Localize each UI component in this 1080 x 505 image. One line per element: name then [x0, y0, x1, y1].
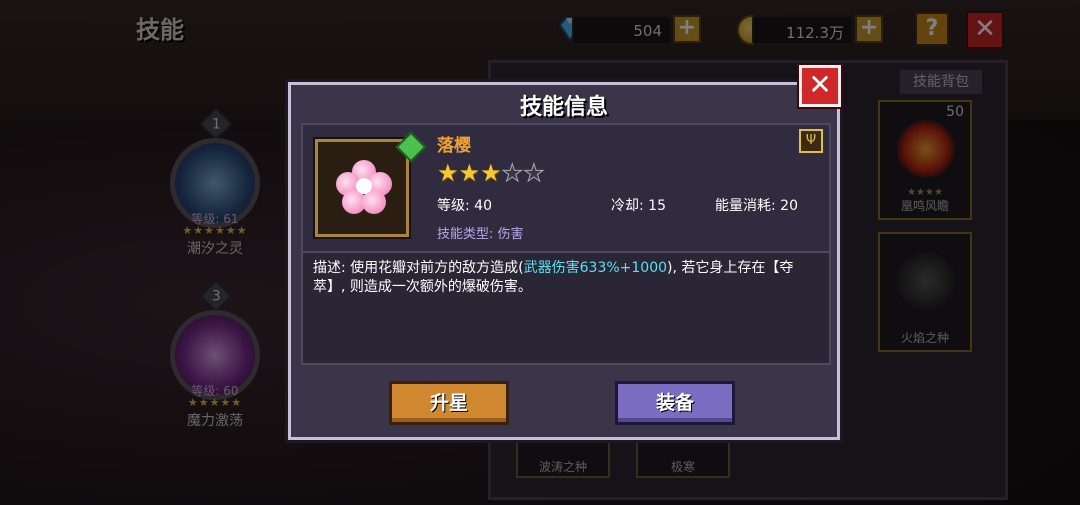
- skill-name: 落樱: [437, 136, 471, 156]
- skill-star-rating: ★★★★★: [437, 159, 545, 188]
- skill-description: 描述: 使用花瓣对前方的敌方造成(武器伤害633%+1000), 若它身上存在【…: [313, 260, 794, 295]
- close-dialog-button[interactable]: ✕: [799, 65, 841, 107]
- skill-icon-frame: [315, 131, 427, 237]
- star-empty-icon: ★: [523, 159, 545, 188]
- skill-header: 落樱 ★★★★★ Ψ 等级: 40 冷却: 15 能量消耗: 20 技能类型: …: [303, 125, 829, 253]
- skill-cooldown: 冷却: 15: [611, 198, 666, 214]
- equip-button[interactable]: 装备: [615, 381, 735, 425]
- skill-type-icon: Ψ: [799, 129, 823, 153]
- damage-formula: 武器伤害633%+1000: [523, 260, 668, 276]
- star-filled-icon: ★: [480, 159, 502, 187]
- star-empty-icon: ★: [501, 159, 524, 188]
- skill-level: 等级: 40: [437, 198, 492, 214]
- cherry-blossom-icon: [336, 160, 392, 216]
- star-filled-icon: ★: [437, 159, 459, 187]
- dialog-title: 技能信息: [519, 95, 608, 120]
- element-gem-icon: [395, 131, 427, 163]
- star-filled-icon: ★: [458, 159, 481, 187]
- upgrade-star-button[interactable]: 升星: [389, 381, 509, 425]
- skill-type: 技能类型: 伤害: [437, 227, 524, 242]
- skill-info-dialog: 技能信息 ✕ 落樱 ★★★★★ Ψ 等级: 40 冷却: 15 能量消耗: 20…: [288, 65, 841, 440]
- skill-info-body: 落樱 ★★★★★ Ψ 等级: 40 冷却: 15 能量消耗: 20 技能类型: …: [301, 123, 831, 365]
- skill-energy-cost: 能量消耗: 20: [715, 198, 798, 214]
